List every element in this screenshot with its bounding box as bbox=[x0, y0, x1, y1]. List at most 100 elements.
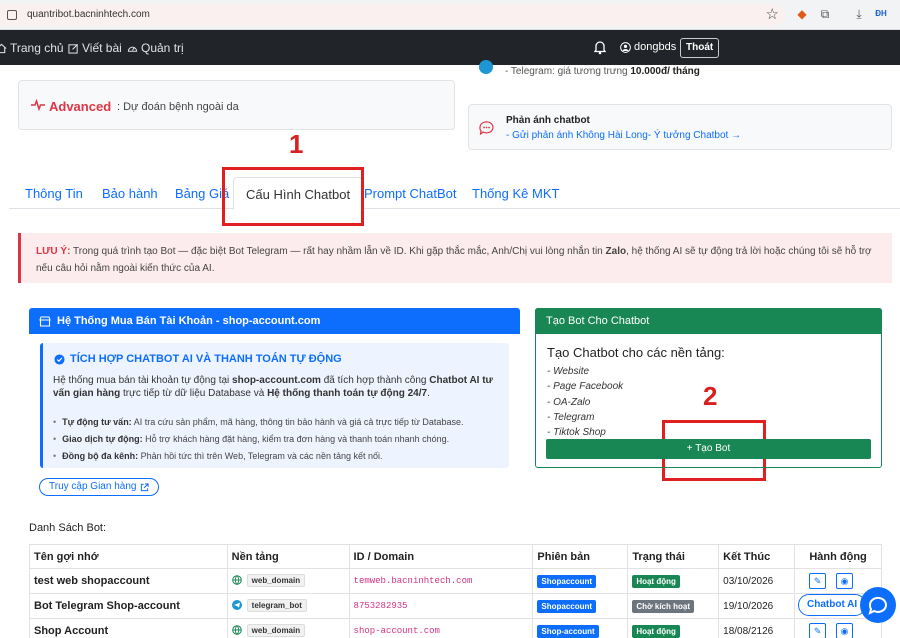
list-item: Giao dịch tự động: Hỗ trợ khách hàng đặt… bbox=[53, 431, 498, 448]
edit-icon[interactable]: ✎ bbox=[809, 573, 827, 589]
telegram-icon bbox=[479, 60, 493, 74]
nav-admin[interactable]: Quản trị bbox=[127, 41, 184, 55]
url-text[interactable]: quantribot.bacninhtech.com bbox=[27, 9, 150, 20]
create-bot-card: Tạo Bot Cho Chatbot Tạo Chatbot cho các … bbox=[535, 308, 882, 468]
bot-name: Shop Account bbox=[29, 618, 228, 638]
chat-icon bbox=[868, 596, 887, 615]
browser-toolbar: quantribot.bacninhtech.com ☆ ◆ ⧉ ⤓ ĐH bbox=[0, 0, 900, 30]
bot-name: Bot Telegram Shop-account bbox=[29, 593, 228, 619]
integration-title: TÍCH HỢP CHATBOT AI VÀ THANH TOÁN TỰ ĐỘN… bbox=[54, 353, 342, 365]
address-bar[interactable]: quantribot.bacninhtech.com ☆ bbox=[0, 4, 785, 26]
tab-bar: Thông Tin Bảo hành Bảng Giá Cấu Hình Cha… bbox=[9, 177, 900, 210]
feedback-card: Phản ánh chatbot - Gửi phản ánh Không Hà… bbox=[468, 104, 892, 150]
table-row: Shop Account web_domain shop-account.com… bbox=[29, 618, 882, 638]
heartbeat-icon bbox=[31, 99, 45, 111]
download-icon[interactable]: ⤓ bbox=[852, 7, 866, 21]
visit-shop-button[interactable]: Truy cập Gian hàng bbox=[39, 478, 160, 496]
annotation-box-1 bbox=[222, 167, 364, 226]
bot-status: Hoạt động bbox=[627, 618, 720, 638]
bot-status: Hoạt động bbox=[627, 568, 720, 594]
tab-warranty[interactable]: Bảo hành bbox=[102, 186, 158, 201]
col-end: Kết Thúc bbox=[718, 544, 796, 569]
site-settings-icon[interactable] bbox=[7, 10, 17, 20]
telegram-price-text: - Telegram: giá tương trưng 10.000đ/ thá… bbox=[505, 66, 700, 77]
bot-name: test web shopaccount bbox=[29, 568, 228, 594]
shop-icon bbox=[39, 315, 51, 327]
view-icon[interactable]: ◉ bbox=[836, 573, 854, 589]
col-actions: Hành động bbox=[794, 544, 882, 569]
bot-id: shop-account.com bbox=[348, 618, 534, 638]
col-status: Trạng thái bbox=[627, 544, 720, 569]
list-item: - OA-Zalo bbox=[547, 396, 591, 408]
bot-platform: web_domain bbox=[226, 568, 350, 594]
platform-list: - Website - Page Facebook - OA-Zalo - Te… bbox=[547, 364, 623, 440]
table-row: test web shopaccount web_domain temweb.b… bbox=[29, 568, 882, 594]
profile-icon[interactable]: ĐH bbox=[874, 7, 888, 21]
alert-label: LƯU Ý: bbox=[36, 246, 71, 257]
bot-status: Chờ kích hoạt bbox=[627, 593, 720, 619]
col-platform: Nền tảng bbox=[226, 544, 350, 569]
bot-platform: web_domain bbox=[226, 618, 350, 638]
list-item: Đồng bộ đa kênh: Phản hồi tức thì trên W… bbox=[53, 448, 498, 465]
shop-card-header: Hệ Thống Mua Bán Tài Khoản - shop-accoun… bbox=[29, 308, 520, 334]
chat-bubble-button[interactable] bbox=[860, 587, 896, 623]
puzzle-icon[interactable]: ⧉ bbox=[818, 7, 832, 21]
bot-version: Shopaccount bbox=[532, 593, 629, 619]
navbar: Trang chủ Viết bài Quản trị dongbds Thoá… bbox=[0, 30, 900, 65]
create-bot-button[interactable]: + Tạo Bot bbox=[546, 439, 871, 459]
shop-account-card: Hệ Thống Mua Bán Tài Khoản - shop-accoun… bbox=[29, 308, 520, 508]
bot-version: Shop-account bbox=[532, 618, 629, 638]
nav-admin-label: Quản trị bbox=[141, 41, 184, 55]
bot-list-title: Danh Sách Bot: bbox=[29, 522, 107, 534]
col-id: ID / Domain bbox=[348, 544, 534, 569]
list-item: - Website bbox=[547, 366, 590, 377]
tab-prompt[interactable]: Prompt ChatBot bbox=[364, 186, 457, 201]
bot-platform: telegram_bot bbox=[226, 593, 350, 619]
advanced-card: Advanced : Dự đoán bệnh ngoài da bbox=[18, 80, 455, 130]
advanced-title: Advanced bbox=[49, 99, 112, 114]
bot-end-date: 18/08/2126 bbox=[718, 618, 796, 638]
bot-end-date: 19/10/2026 bbox=[718, 593, 796, 619]
logout-button[interactable]: Thoát bbox=[680, 38, 720, 58]
nav-home-label: Trang chủ bbox=[10, 41, 64, 55]
table-header-row: Tên gợi nhớ Nền tảng ID / Domain Phiên b… bbox=[29, 544, 882, 569]
home-icon bbox=[0, 43, 7, 53]
edit-icon[interactable]: ✎ bbox=[809, 623, 827, 638]
nav-post-label: Viết bài bbox=[82, 41, 122, 55]
user-circle-icon bbox=[620, 41, 631, 53]
gauge-icon bbox=[127, 46, 138, 52]
globe-icon bbox=[231, 625, 242, 636]
tab-info[interactable]: Thông Tin bbox=[25, 186, 83, 201]
feature-list: Tự động tư vấn: AI tra cứu sản phẩm, mã … bbox=[53, 414, 498, 465]
list-item: Tự động tư vấn: AI tra cứu sản phẩm, mã … bbox=[53, 414, 498, 431]
nav-post[interactable]: Viết bài bbox=[68, 41, 122, 55]
list-item: - Telegram bbox=[547, 411, 595, 423]
create-bot-title: Tạo Chatbot cho các nền tảng: bbox=[547, 345, 725, 360]
external-link-icon bbox=[141, 482, 150, 491]
bot-table: Tên gợi nhớ Nền tảng ID / Domain Phiên b… bbox=[29, 544, 882, 638]
table-row: Bot Telegram Shop-account telegram_bot 8… bbox=[29, 593, 882, 619]
col-name: Tên gợi nhớ bbox=[29, 544, 228, 569]
advanced-subtitle: : Dự đoán bệnh ngoài da bbox=[117, 101, 239, 113]
warning-alert: LƯU Ý: Trong quá trình tạo Bot — đặc biệ… bbox=[18, 233, 892, 283]
bell-icon[interactable] bbox=[593, 39, 607, 55]
integration-info-box: TÍCH HỢP CHATBOT AI VÀ THANH TOÁN TỰ ĐỘN… bbox=[40, 343, 509, 468]
bookmark-star-icon[interactable]: ☆ bbox=[766, 5, 779, 23]
nav-home[interactable]: Trang chủ bbox=[0, 41, 64, 55]
tab-mkt-stats[interactable]: Thống Kê MKT bbox=[472, 186, 559, 201]
user-menu[interactable]: dongbds bbox=[620, 41, 676, 53]
bot-end-date: 03/10/2026 bbox=[718, 568, 796, 594]
edit-icon bbox=[68, 43, 79, 54]
chat-dots-icon bbox=[479, 121, 494, 135]
check-circle-icon bbox=[54, 353, 65, 365]
view-icon[interactable]: ◉ bbox=[836, 623, 854, 638]
globe-icon bbox=[231, 575, 242, 586]
list-item: - Page Facebook bbox=[547, 381, 624, 393]
feedback-link[interactable]: - Gửi phản ánh Không Hài Long- Ý tưởng C… bbox=[506, 130, 741, 141]
username: dongbds bbox=[634, 41, 677, 53]
feedback-title: Phản ánh chatbot bbox=[506, 115, 590, 126]
col-version: Phiên bản bbox=[532, 544, 629, 569]
extension-icon[interactable]: ◆ bbox=[795, 7, 809, 21]
telegram-icon bbox=[231, 600, 242, 611]
chatbot-ai-button[interactable]: Chatbot AI bbox=[798, 594, 867, 616]
